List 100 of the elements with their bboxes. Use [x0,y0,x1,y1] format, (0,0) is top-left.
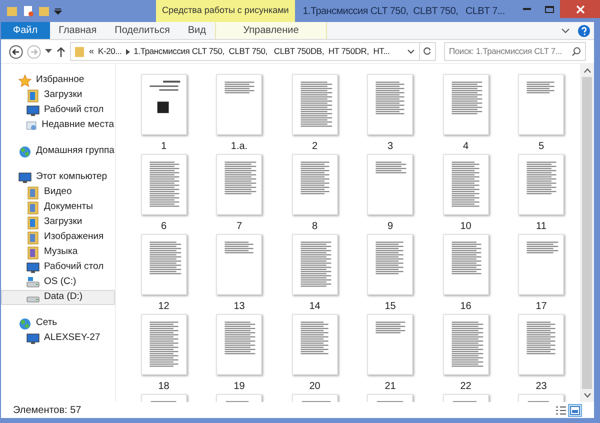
nav-item[interactable]: Рабочий стол [1,260,115,275]
close-button[interactable] [560,0,600,18]
close-icon [576,4,584,14]
up-arrow-icon[interactable] [56,46,66,58]
breadcrumb[interactable]: K-20... [98,45,122,58]
context-ribbon-tab[interactable]: Управление [214,22,327,39]
nav-item[interactable]: Музыка [1,245,115,260]
file-name[interactable]: 21 [384,379,396,394]
file-name[interactable]: 19 [234,379,245,394]
nav-group[interactable]: Домашняя группа [1,144,115,159]
back-button[interactable] [9,44,23,58]
file-tab[interactable]: Файл [1,22,50,39]
scroll-down-icon[interactable] [584,393,590,398]
page-thumbnail [518,74,564,135]
nav-item[interactable]: Рабочий стол [1,103,115,118]
file-name[interactable]: 15 [384,299,396,314]
file-name[interactable]: 5 [538,139,544,154]
file-name[interactable]: 2 [312,139,318,154]
nav-item-label: Рабочий стол [44,260,104,274]
file-name[interactable]: 6 [160,219,167,234]
page-thumbnail [140,234,187,295]
contextual-tab-group: Средства работы с рисунками [156,0,295,22]
monitor-icon [18,170,32,184]
page-thumbnail [367,154,414,215]
refresh-icon[interactable] [420,42,436,61]
nav-item[interactable]: Документы [1,200,115,215]
page-thumbnail [140,154,187,215]
scroll-thumb[interactable] [582,77,592,389]
file-name[interactable]: 17 [536,299,547,314]
file-name[interactable]: 1 [160,139,167,154]
drive-icon [26,276,40,290]
large-icons-view-button[interactable] [568,404,582,416]
chevron-right-icon[interactable] [126,48,130,54]
nav-item-label: Видео [44,185,72,200]
file-name[interactable]: 20 [309,379,320,394]
breadcrumb[interactable]: 1.Трансмиссия CLT 750, CLBT 750, CLBT 750DB, HT 750DR, HT... [134,45,390,58]
nav-item[interactable]: Загрузки [1,88,115,103]
folder-icon [26,186,40,200]
monitor-icon [26,332,40,346]
help-icon[interactable] [578,24,590,36]
folder-icon [26,216,40,230]
monitor-icon [26,104,40,118]
file-name[interactable]: 7 [236,219,242,234]
nav-item[interactable]: Data (D:) [1,290,115,305]
file-name[interactable]: 3 [387,139,394,154]
nav-item-label: Загрузки [44,88,82,102]
file-name[interactable]: 11 [536,219,546,234]
ribbon-tab[interactable]: Поделиться [106,22,179,39]
file-name[interactable]: 4 [462,139,469,154]
file-name[interactable]: 16 [460,299,472,314]
nav-group-label: Домашняя группа [36,144,114,158]
nav-item[interactable]: Недавние места [1,118,115,133]
file-name[interactable]: 18 [158,379,170,394]
page-thumbnail [518,234,564,295]
nav-item[interactable]: ALEXSEY-27 [1,331,115,346]
file-name[interactable]: 8 [312,219,318,234]
scrollbar[interactable] [580,64,594,402]
dropdown-icon[interactable] [54,7,62,15]
nav-item[interactable]: Загрузки [1,215,115,230]
page-thumbnail [442,154,489,215]
file-name[interactable]: 1.a. [230,139,248,154]
file-name[interactable]: 22 [460,379,472,394]
nav-item[interactable]: OS (C:) [1,275,115,290]
file-name[interactable]: 13 [234,299,245,314]
nav-item[interactable]: Изображения [1,230,115,245]
file-name[interactable]: 10 [460,219,472,234]
nav-group-label: Сеть [36,316,58,330]
page-thumbnail [518,314,564,375]
folder-icon [6,5,18,17]
address-bar[interactable]: « K-20... 1.Трансмиссия CLT 750, CLBT 750, CLBT 750DB, HT 750DR, HT... [70,42,420,61]
page-thumbnail [292,74,338,135]
page-thumbnail [140,74,187,135]
page-thumbnail [216,314,262,375]
ribbon-tab[interactable]: Вид [178,22,215,39]
file-name[interactable]: 12 [158,299,170,314]
details-view-button[interactable] [554,404,568,416]
page-thumbnail [518,154,564,215]
folder-icon [26,230,40,244]
chevron-icon[interactable] [561,28,570,34]
breadcrumb-overflow[interactable]: « [89,44,94,58]
file-name[interactable]: 14 [309,299,320,314]
folder-icon [26,200,40,214]
window-title: 1.Трансмиссия CLT 750, CLBT 750, CLBT 7... [302,4,505,18]
nav-group[interactable]: Сеть [1,316,115,331]
file-name[interactable]: 23 [536,379,547,394]
nav-group[interactable]: Избранное [1,73,115,88]
ribbon-tab[interactable]: Главная [50,22,106,39]
dropdown-icon[interactable] [407,48,415,54]
file-name[interactable]: 9 [387,219,394,234]
page-thumbnail [292,234,338,295]
nav-group[interactable]: Этот компьютер [1,170,115,185]
page-thumbnail [442,74,489,135]
nav-item[interactable]: Видео [1,185,115,200]
nav-item-label: Музыка [44,245,78,260]
details-view-icon [556,406,566,414]
history-dropdown-icon[interactable] [45,49,52,54]
search-field[interactable]: Поиск: 1.Трансмиссия CLT 7... [444,42,586,61]
properties-icon[interactable] [22,5,34,17]
scroll-up-icon[interactable] [584,68,590,73]
page-thumbnail [442,234,489,295]
